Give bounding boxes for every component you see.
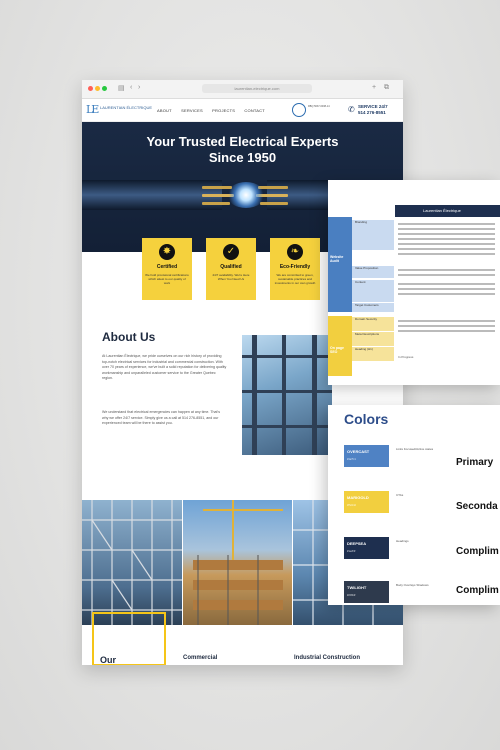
nav-services[interactable]: SERVICES	[181, 108, 203, 113]
tabs-icon[interactable]: ⧉	[384, 84, 389, 92]
new-tab-icon[interactable]: +	[372, 84, 376, 91]
browser-toolbar: ▤ ‹ › laurentian-electrique.com + ⧉	[82, 80, 403, 99]
feature-title: Qualified	[220, 264, 242, 270]
maximize-window-button[interactable]	[102, 86, 107, 91]
scaffolding-image	[82, 500, 182, 625]
forward-icon[interactable]: ›	[138, 84, 140, 91]
audit-group-website: Website Audit	[328, 217, 352, 312]
secondary-label: Seconda	[456, 501, 498, 512]
about-paragraph-2: We understand that electrical emergencie…	[102, 410, 221, 426]
certification-badge-icon	[292, 103, 306, 117]
audit-group-seo: On page SEO	[328, 316, 352, 376]
gallery-caption-industrial[interactable]: Industrial Construction	[294, 655, 360, 661]
audit-row-value: Value Proposition	[352, 266, 394, 278]
hero-title: Your Trusted Electrical Experts Since 19…	[146, 134, 339, 165]
badge-text: RBQ 5637-6038-14	[308, 105, 330, 108]
swatch-deepsea: DEEPSEA #1e2f4f	[344, 537, 389, 559]
feature-title: Eco-Friendly	[279, 264, 311, 270]
service-contact[interactable]: SERVICE 24/7 514 276-8551	[358, 104, 388, 116]
swatch-overcast: OVERCAST #4a7fc1	[344, 445, 389, 467]
check-icon: ✓	[223, 244, 239, 260]
gallery-caption-commercial[interactable]: Commercial	[183, 655, 217, 661]
primary-label: Primary	[456, 457, 494, 468]
minimize-window-button[interactable]	[95, 86, 100, 91]
complementary-label: Complim	[456, 546, 499, 557]
audit-row-heading: Heading (H1)	[352, 347, 394, 361]
leaf-icon: ❧	[287, 244, 303, 260]
audit-header: Laurentian Électrique	[395, 205, 500, 217]
complementary-label-2: Complim	[456, 585, 499, 596]
site-header: LE LAURENTIAN ÉLECTRIQUE ABOUT SERVICES …	[82, 99, 403, 122]
swatch-marigold: MARIGOLD #f5d13d	[344, 491, 389, 513]
feature-card-certified: ✸ Certified We hold provisional certific…	[142, 238, 192, 300]
sidebar-icon[interactable]: ▤	[118, 84, 125, 92]
back-icon[interactable]: ‹	[130, 84, 132, 91]
certified-icon: ✸	[159, 244, 175, 260]
swatch-twilight: TWILIGHT #2f3b4f	[344, 581, 389, 603]
colors-title: Colors	[344, 411, 389, 427]
phone-icon: ✆	[348, 105, 355, 114]
steel-structure-image	[242, 335, 332, 455]
audit-text-branding	[395, 220, 500, 264]
swatch-role: Headings	[396, 539, 409, 543]
swatch-role: Links Focused/Active states	[396, 447, 434, 451]
electric-spark-image	[227, 182, 265, 208]
feature-card-eco: ❧ Eco-Friendly We are committed to green…	[270, 238, 320, 300]
cable-left-image	[82, 180, 222, 210]
about-heading: About Us	[102, 330, 156, 344]
nav-contact[interactable]: CONTACT	[244, 108, 264, 113]
audit-document: Laurentian Électrique Website Audit On p…	[328, 180, 500, 385]
logo-text: LAURENTIAN ÉLECTRIQUE	[100, 105, 153, 110]
site-logo[interactable]: LE	[86, 103, 99, 116]
address-bar[interactable]: laurentian-electrique.com	[202, 84, 312, 93]
feature-card-qualified: ✓ Qualified 24/7 availability. We're Her…	[206, 238, 256, 300]
close-window-button[interactable]	[88, 86, 93, 91]
audit-row-domain: Domain Security	[352, 317, 394, 331]
construction-site-image	[183, 500, 292, 625]
about-paragraph-1: At Laurentian Électrique, we pride ourse…	[102, 354, 227, 381]
audit-row-customers: Target Customers	[352, 303, 394, 312]
feature-desc: We are committed to green, sustainable p…	[274, 273, 316, 285]
gallery-caption-our: Our	[100, 655, 117, 665]
nav-about[interactable]: ABOUT	[157, 108, 172, 113]
audit-row-branding: Branding	[352, 220, 394, 250]
phone-number[interactable]: 514 276-8551	[358, 110, 388, 116]
main-nav: ABOUT SERVICES PROJECTS CONTACT	[157, 108, 273, 113]
audit-row-meta: Meta Descriptions	[352, 332, 394, 346]
nav-projects[interactable]: PROJECTS	[212, 108, 235, 113]
swatch-role: Body Overlays Shadows	[396, 583, 429, 587]
audit-status: In Progress	[398, 355, 414, 359]
mockup-scene: ▤ ‹ › laurentian-electrique.com + ⧉ LE L…	[0, 0, 500, 750]
swatch-role: CTAs	[396, 493, 404, 497]
audit-row-content: Content	[352, 280, 394, 302]
colors-document: Colors OVERCAST #4a7fc1 Links Focused/Act…	[328, 405, 500, 605]
feature-desc: We hold provisional certifications which…	[145, 273, 189, 285]
feature-title: Certified	[156, 264, 178, 270]
feature-desc: 24/7 availability. We're Here When You N…	[212, 273, 250, 281]
